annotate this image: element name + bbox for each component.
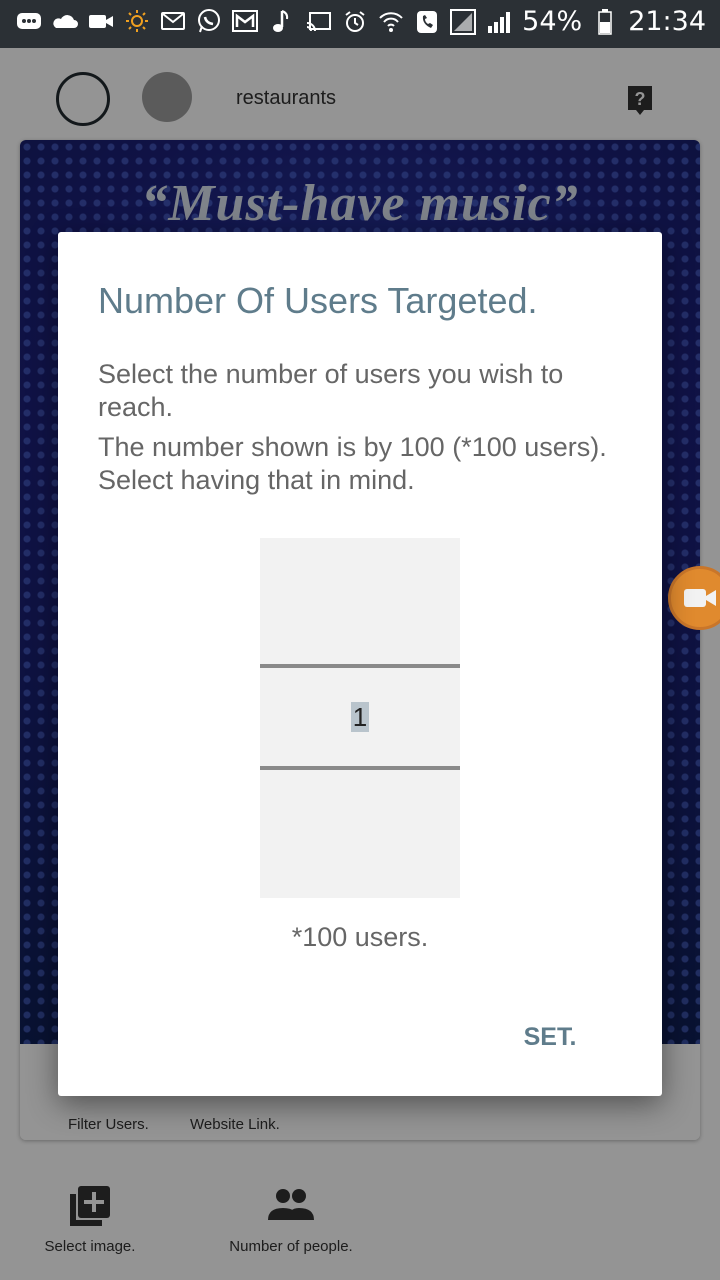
signal-icon [486, 9, 512, 35]
music-icon [268, 8, 294, 34]
alarm-icon [342, 9, 368, 35]
status-right: 54% 21:34 [306, 6, 706, 37]
dialog-title: Number Of Users Targeted. [98, 280, 538, 321]
dialog-message-line-1: Select the number of users you wish to r… [98, 359, 564, 422]
video-icon [88, 8, 114, 34]
notification-icons [16, 8, 294, 34]
dialog-message-line-2: The number shown is by 100 (*100 users).… [98, 432, 607, 495]
picker-value-text: 1 [350, 702, 370, 732]
message-icon [16, 8, 42, 34]
users-targeted-dialog: Number Of Users Targeted. Select the num… [58, 232, 662, 1096]
phone-icon [414, 9, 440, 35]
number-picker[interactable]: 1 [260, 538, 460, 898]
cloud-icon [52, 8, 78, 34]
whatsapp-icon [196, 8, 222, 34]
picker-divider-bottom [260, 766, 460, 770]
battery-percent: 54% [522, 6, 583, 37]
battery-icon [592, 8, 618, 35]
set-button[interactable]: SET. [490, 1012, 610, 1062]
clock: 21:34 [628, 6, 706, 37]
wifi-call-icon [378, 9, 404, 35]
dialog-message: Select the number of users you wish to r… [98, 358, 638, 497]
signal-box-icon [450, 8, 477, 35]
mail-icon [232, 8, 258, 34]
video-icon [684, 589, 716, 607]
status-bar: 54% 21:34 [0, 0, 720, 48]
picker-value[interactable]: 1 [260, 702, 460, 733]
unit-label: *100 users. [291, 922, 429, 952]
gmail-icon [160, 8, 186, 34]
cast-icon [306, 9, 332, 35]
picker-divider-top [260, 664, 460, 668]
brightness-icon [124, 8, 150, 34]
